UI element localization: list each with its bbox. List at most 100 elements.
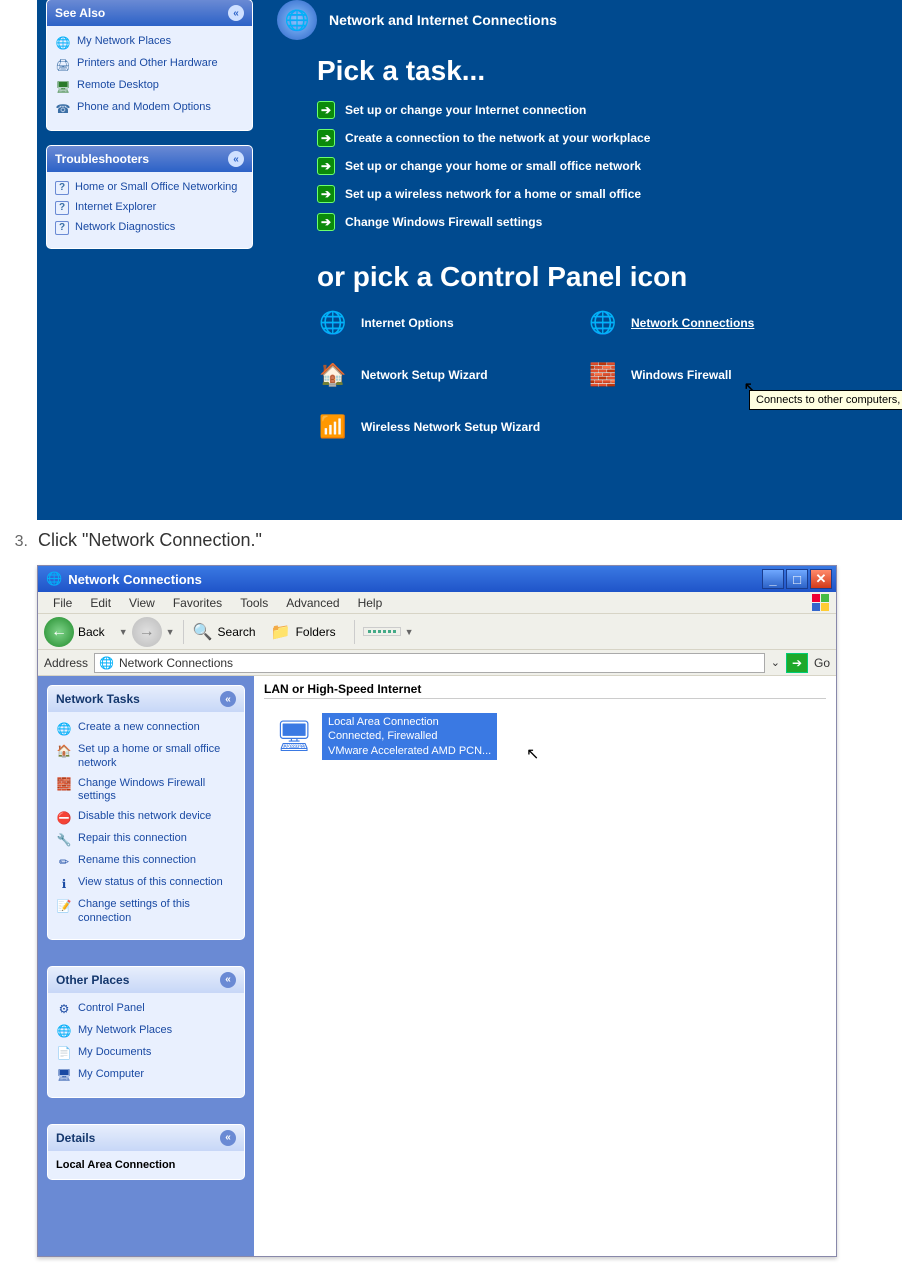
lan-connection-icon: 🖥 [274, 716, 314, 756]
task-view-status[interactable]: ℹView status of this connection [56, 873, 236, 895]
arrow-icon: ➔ [317, 101, 335, 119]
see-also-header[interactable]: See Also « [47, 0, 252, 26]
troubleshooters-panel: Troubleshooters « ?Home or Small Office … [47, 146, 252, 248]
control-panel-icon: ⚙ [56, 1002, 72, 1018]
cp-wireless-wizard[interactable]: 📶Wireless Network Setup Wizard [317, 411, 557, 443]
network-globe-icon: 🌐 [277, 0, 317, 40]
close-button[interactable]: ✕ [810, 569, 832, 589]
arrow-icon: ➔ [317, 157, 335, 175]
network-connections-icon: 🌐 [587, 307, 619, 339]
place-control-panel[interactable]: ⚙Control Panel [56, 999, 236, 1021]
or-pick-heading: or pick a Control Panel icon [317, 261, 892, 293]
address-bar: Address 🌐 Network Connections ⌄ ➔ Go [38, 650, 836, 676]
collapse-icon[interactable]: « [228, 151, 244, 167]
task-setup-internet[interactable]: ➔Set up or change your Internet connecti… [317, 101, 892, 119]
address-field[interactable]: 🌐 Network Connections [94, 653, 765, 673]
back-button[interactable]: ← [44, 617, 74, 647]
link-phone-modem[interactable]: ☎Phone and Modem Options [55, 98, 244, 120]
network-setup-wizard-icon: 🏠 [317, 359, 349, 391]
link-my-network-places[interactable]: 🌐My Network Places [55, 32, 244, 54]
maximize-button[interactable]: □ [786, 569, 808, 589]
address-label: Address [44, 656, 88, 670]
network-tasks-header[interactable]: Network Tasks « [48, 686, 244, 712]
collapse-icon[interactable]: « [228, 5, 244, 21]
search-label[interactable]: Search [218, 625, 256, 639]
menu-view[interactable]: View [120, 594, 164, 612]
place-my-network-places[interactable]: 🌐My Network Places [56, 1021, 236, 1043]
titlebar[interactable]: 🌐 Network Connections _ □ ✕ [38, 566, 836, 592]
category-header: 🌐 Network and Internet Connections [277, 0, 557, 40]
task-create-connection[interactable]: 🌐Create a new connection [56, 718, 236, 740]
go-button[interactable]: ➔ [786, 653, 808, 673]
printer-icon: 🖨 [55, 57, 71, 73]
instruction-step: 3. Click "Network Connection." [0, 530, 902, 551]
connection-item[interactable]: 🖥 Local Area Connection Connected, Firew… [274, 713, 524, 760]
details-text: Local Area Connection [48, 1151, 244, 1179]
windows-firewall-icon: 🧱 [587, 359, 619, 391]
task-setup-home-office[interactable]: 🏠Set up a home or small office network [56, 740, 236, 774]
views-dropdown-icon[interactable]: ▼ [405, 627, 414, 637]
see-also-panel: See Also « 🌐My Network Places 🖨Printers … [47, 0, 252, 130]
help-icon: ? [55, 201, 69, 215]
task-home-office-network[interactable]: ➔Set up or change your home or small off… [317, 157, 892, 175]
task-repair-connection[interactable]: 🔧Repair this connection [56, 829, 236, 851]
menu-help[interactable]: Help [349, 594, 392, 612]
address-value: Network Connections [119, 656, 233, 670]
back-label: Back [78, 625, 105, 639]
task-workplace-connection[interactable]: ➔Create a connection to the network at y… [317, 129, 892, 147]
task-change-settings[interactable]: 📝Change settings of this connection [56, 895, 236, 929]
menu-edit[interactable]: Edit [81, 594, 120, 612]
forward-dropdown-icon[interactable]: ▼ [166, 627, 175, 637]
back-dropdown-icon[interactable]: ▼ [119, 627, 128, 637]
cp-network-connections[interactable]: 🌐Network Connections [587, 307, 827, 339]
forward-button[interactable]: → [132, 617, 162, 647]
views-button[interactable] [363, 627, 401, 636]
collapse-icon[interactable]: « [220, 972, 236, 988]
cursor-icon: ↖ [526, 744, 539, 764]
task-wireless-network[interactable]: ➔Set up a wireless network for a home or… [317, 185, 892, 203]
cp-network-setup-wizard[interactable]: 🏠Network Setup Wizard [317, 359, 557, 391]
place-my-documents[interactable]: 📄My Documents [56, 1043, 236, 1065]
link-internet-explorer[interactable]: ?Internet Explorer [55, 198, 244, 218]
troubleshooters-header[interactable]: Troubleshooters « [47, 146, 252, 172]
cp-internet-options[interactable]: 🌐Internet Options [317, 307, 557, 339]
task-rename-connection[interactable]: ✏Rename this connection [56, 851, 236, 873]
link-printers-hardware[interactable]: 🖨Printers and Other Hardware [55, 54, 244, 76]
arrow-icon: ➔ [317, 185, 335, 203]
menu-favorites[interactable]: Favorites [164, 594, 231, 612]
collapse-icon[interactable]: « [220, 691, 236, 707]
collapse-icon[interactable]: « [220, 1130, 236, 1146]
place-my-computer[interactable]: 🖥My Computer [56, 1065, 236, 1087]
address-dropdown-icon[interactable]: ⌄ [771, 656, 780, 669]
link-remote-desktop[interactable]: 🖥Remote Desktop [55, 76, 244, 98]
left-task-pane: Network Tasks « 🌐Create a new connection… [38, 676, 254, 1256]
details-header[interactable]: Details « [48, 1125, 244, 1151]
link-home-office-networking[interactable]: ?Home or Small Office Networking [55, 178, 244, 198]
connection-name: Local Area Connection [328, 715, 491, 729]
connections-area[interactable]: LAN or High-Speed Internet 🖥 Local Area … [254, 676, 836, 1256]
see-also-title: See Also [55, 6, 105, 20]
cp-windows-firewall[interactable]: 🧱Windows Firewall [587, 359, 827, 391]
minimize-button[interactable]: _ [762, 569, 784, 589]
task-firewall-settings[interactable]: ➔Change Windows Firewall settings [317, 213, 892, 231]
task-change-firewall[interactable]: 🧱Change Windows Firewall settings [56, 774, 236, 808]
folders-icon[interactable]: 📁 [270, 621, 292, 643]
search-icon[interactable]: 🔍 [192, 621, 214, 643]
control-panel-category-view: See Also « 🌐My Network Places 🖨Printers … [37, 0, 902, 520]
help-icon: ? [55, 181, 69, 195]
menu-tools[interactable]: Tools [231, 594, 277, 612]
left-panels: See Also « 🌐My Network Places 🖨Printers … [47, 0, 252, 264]
other-places-header[interactable]: Other Places « [48, 967, 244, 993]
window-title: Network Connections [68, 572, 202, 587]
step-text: Click "Network Connection." [38, 530, 262, 551]
task-disable-device[interactable]: ⛔Disable this network device [56, 807, 236, 829]
windows-flag-icon [812, 594, 830, 612]
menu-file[interactable]: File [44, 594, 81, 612]
menu-advanced[interactable]: Advanced [277, 594, 348, 612]
folders-label[interactable]: Folders [296, 625, 336, 639]
phone-icon: ☎ [55, 101, 71, 117]
step-number: 3. [0, 533, 28, 551]
link-network-diagnostics[interactable]: ?Network Diagnostics [55, 218, 244, 238]
network-places-icon: 🌐 [56, 1024, 72, 1040]
computer-icon: 🖥 [56, 1068, 72, 1084]
